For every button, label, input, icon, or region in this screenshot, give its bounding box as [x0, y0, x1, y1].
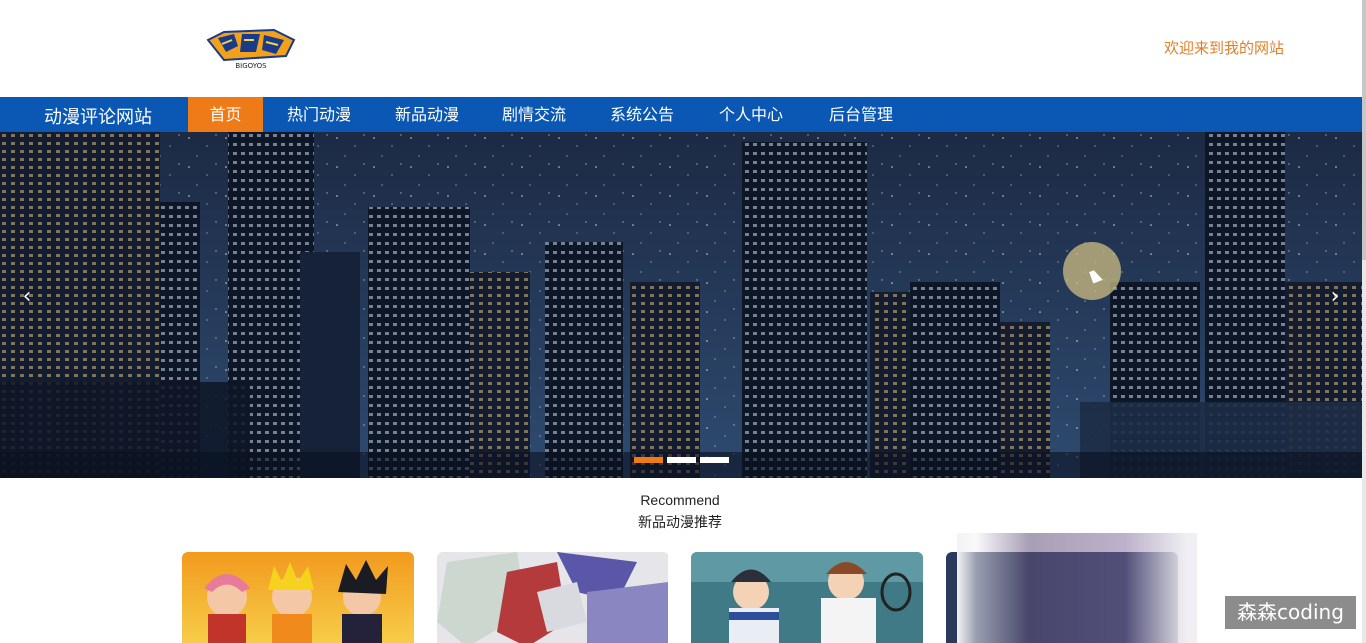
- anime-card-gundam[interactable]: [437, 552, 669, 643]
- city-night-image: [0, 132, 1362, 478]
- welcome-text: 欢迎来到我的网站: [1163, 39, 1284, 57]
- tennis-image: [691, 552, 923, 643]
- carousel-next-button[interactable]: ›: [1320, 282, 1350, 312]
- site-header: BIGOYOS 欢迎来到我的网站: [0, 0, 1366, 97]
- scrollbar-thumb[interactable]: [1362, 0, 1366, 260]
- chevron-left-icon: ‹: [22, 284, 32, 309]
- section-title-cn: 新品动漫推荐: [638, 515, 722, 531]
- site-logo[interactable]: BIGOYOS: [204, 26, 298, 72]
- watermark-text: 森森coding: [1225, 596, 1356, 629]
- logo-caption: BIGOYOS: [235, 62, 267, 70]
- nav-item-profile[interactable]: 个人中心: [706, 97, 796, 132]
- hero-carousel[interactable]: ‹ ›: [0, 132, 1362, 478]
- carousel-dot-1[interactable]: [634, 457, 663, 463]
- carousel-dot-3[interactable]: [700, 457, 729, 463]
- carousel-prev-button[interactable]: ‹: [12, 282, 42, 312]
- site-brand[interactable]: 动漫评论网站: [44, 103, 152, 129]
- anime-card-naruto[interactable]: [182, 552, 414, 643]
- main-nav: 动漫评论网站 首页 热门动漫 新品动漫 剧情交流 系统公告 个人中心 后台管理: [0, 97, 1366, 132]
- nav-item-announcements[interactable]: 系统公告: [597, 97, 687, 132]
- section-title-en: Recommend: [640, 492, 720, 508]
- anime-card-tennis[interactable]: [691, 552, 923, 643]
- blurred-overlay: [957, 533, 1197, 643]
- nav-item-new-anime[interactable]: 新品动漫: [382, 97, 472, 132]
- carousel-dot-2[interactable]: [667, 457, 696, 463]
- nav-item-plot-discussion[interactable]: 剧情交流: [489, 97, 579, 132]
- nav-item-home[interactable]: 首页: [188, 97, 263, 132]
- nav-item-admin[interactable]: 后台管理: [816, 97, 906, 132]
- chevron-right-icon: ›: [1330, 284, 1340, 309]
- naruto-image: [182, 552, 414, 643]
- gundam-image: [437, 552, 668, 643]
- nav-item-hot-anime[interactable]: 热门动漫: [274, 97, 364, 132]
